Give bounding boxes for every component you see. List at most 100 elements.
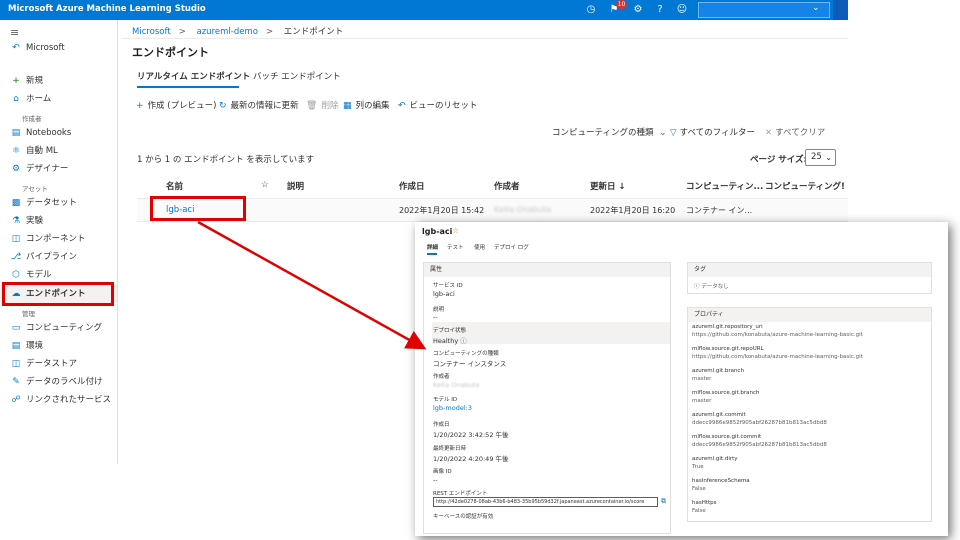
cell-created: 2022年1月20日 15:42 [399,206,485,215]
compute-type-filter[interactable]: コンピューティングの種類 ⌄ [552,126,666,138]
delete-button[interactable]: 🗑 削除 [306,99,338,111]
dataset-icon: ▩ [11,198,21,208]
deploy-state-text: Healthy [433,337,459,345]
refresh-button[interactable]: ↻ 最新の情報に更新 [219,99,299,111]
delete-label: 削除 [321,101,339,111]
account-selector[interactable] [698,2,830,18]
tags-header: タグ [688,263,931,277]
close-icon: ✕ [765,128,773,138]
top-bar: Microsoft Azure Machine Learning Studio … [0,0,848,20]
page-size-select[interactable]: 25 ⌄ [805,149,836,166]
column-header-created[interactable]: 作成日 [399,180,425,192]
clock-icon[interactable]: ◷ [584,3,598,17]
detail-tab-test[interactable]: テスト [447,243,464,251]
row-highlight-annotation [150,196,246,221]
sidebar-item-label: コンピューティング [26,323,102,333]
cell-creator: Keita Onabuta [494,205,552,214]
compute-type-value: コンテナー インスタンス [433,360,507,368]
sidebar-item-notebooks[interactable]: ▤ Notebooks [0,124,117,142]
notification-badge: 10 [616,0,627,9]
tab-realtime-endpoints[interactable]: リアルタイム エンドポイント [137,70,250,82]
clear-all-button[interactable]: ✕ すべてクリア [765,126,825,138]
refresh-icon: ↻ [219,101,227,111]
breadcrumb-item[interactable]: azureml-demo [197,27,258,37]
column-header-updated[interactable]: 更新日 ↓ [590,180,626,192]
service-id-value: lgb-aci [433,290,455,298]
tab-batch-endpoints[interactable]: バッチ エンドポイント [253,70,341,82]
property-value: ddecc9986e9852f905abf26287b81b813ac5dbd8 [692,442,827,448]
trash-icon: 🗑 [306,101,318,111]
sidebar-item-automl[interactable]: ⚛ 自動 ML [0,142,117,160]
sidebar-highlight-annotation [2,282,114,306]
back-to-directory[interactable]: ↶ Microsoft [0,39,117,57]
results-summary: 1 から 1 の エンドポイント を表示しています [137,155,315,165]
column-header-compute-2[interactable]: コンピューティング! [765,180,845,192]
gear-icon[interactable]: ⚙ [631,3,645,17]
refresh-label: 最新の情報に更新 [230,101,299,111]
sidebar-item-experiments[interactable]: ⚗ 実験 [0,212,117,230]
pipeline-icon: ⎇ [10,252,22,262]
home-icon: ⌂ [13,94,19,104]
sidebar-item-labeling[interactable]: ✎ データのラベル付け [0,373,117,391]
cell-updated: 2022年1月20日 16:20 [590,206,676,215]
sidebar-item-linked-services[interactable]: ☍ リンクされたサービス [0,391,117,409]
sidebar-item-pipelines[interactable]: ⎇ パイプライン [0,248,117,266]
chevron-down-icon: ⌄ [825,153,832,162]
breadcrumb-item[interactable]: Microsoft [132,27,171,37]
attributes-header: 属性 [424,263,670,277]
star-icon[interactable]: ☆ [452,226,459,235]
endpoint-detail-panel: lgb-aci ☆ 詳細 テスト 使用 デプロイ ログ 属性 タグ ⓘ データな… [415,222,948,536]
reset-view-button[interactable]: ↶ ビューのリセット [398,99,478,111]
sidebar-item-environments[interactable]: ▤ 環境 [0,337,117,355]
sidebar-item-new[interactable]: + 新規 [0,72,117,90]
column-header-name[interactable]: 名前 [166,180,183,192]
property-key: azureml.git.dirty [692,456,738,462]
model-id-link[interactable]: lgb-model:3 [433,404,472,412]
detail-tab-details[interactable]: 詳細 [427,243,438,251]
sidebar-item-datasets[interactable]: ▩ データセット [0,194,117,212]
help-icon[interactable]: ? [653,3,667,17]
sidebar-item-designer[interactable]: ⚙ デザイナー [0,160,117,178]
component-icon: ◫ [11,234,21,244]
smiley-icon[interactable]: ☺ [675,3,689,17]
property-value: master [692,376,712,382]
column-header-favorite[interactable]: ☆ [261,180,269,190]
compute-icon: ▭ [11,323,21,333]
reset-view-label: ビューのリセット [409,101,478,111]
info-icon[interactable]: ⓘ [460,337,467,345]
create-button[interactable]: + 作成 (プレビュー) [136,99,216,111]
app-title[interactable]: Microsoft Azure Machine Learning Studio [8,4,206,14]
created-label: 作成日 [433,422,450,428]
plus-icon: + [12,76,20,86]
property-value: https://github.com/konabuta/azure-machin… [692,332,863,338]
sidebar-item-label: Notebooks [26,128,72,138]
sidebar-item-label: パイプライン [26,252,78,262]
sidebar-item-home[interactable]: ⌂ ホーム [0,90,117,108]
create-label: 作成 (プレビュー) [147,101,217,111]
column-header-compute[interactable]: コンピューティン... [686,180,763,192]
all-filters-button[interactable]: ▽ すべてのフィルター [670,126,755,138]
deploy-state-label: デプロイ状態 [433,328,467,334]
edit-columns-label: 列の編集 [355,101,390,111]
description-label: 説明 [433,307,445,313]
sidebar-item-components[interactable]: ◫ コンポーネント [0,230,117,248]
edit-columns-button[interactable]: ▦ 列の編集 [343,99,390,111]
detail-tab-consume[interactable]: 使用 [474,243,485,251]
copy-icon[interactable]: ⧉ [661,497,666,506]
clear-all-label: すべてクリア [775,128,826,138]
rest-endpoint-field[interactable]: http://42de0278-08ab-43b6-b483-35b95b59d… [433,497,658,507]
sidebar-item-label: データセット [26,198,78,208]
detail-tab-deploy-logs[interactable]: デプロイ ログ [494,243,529,251]
sidebar-item-compute[interactable]: ▭ コンピューティング [0,319,117,337]
group-manage: 管理 [22,310,35,318]
tags-card: タグ ⓘ データなし [687,262,932,294]
sidebar-item-label: ホーム [26,94,52,104]
compute-type-label: コンピューティングの種類 [433,351,499,357]
sidebar-item-label: 環境 [26,341,44,351]
cell-compute: コンテナー イン... [686,206,753,215]
column-header-description[interactable]: 説明 [287,180,304,192]
column-header-creator[interactable]: 作成者 [494,180,520,192]
back-arrow-icon: ↶ [12,43,20,53]
sidebar-item-datastores[interactable]: ◫ データストア [0,355,117,373]
chevron-down-icon[interactable]: ⌄ [812,3,820,13]
